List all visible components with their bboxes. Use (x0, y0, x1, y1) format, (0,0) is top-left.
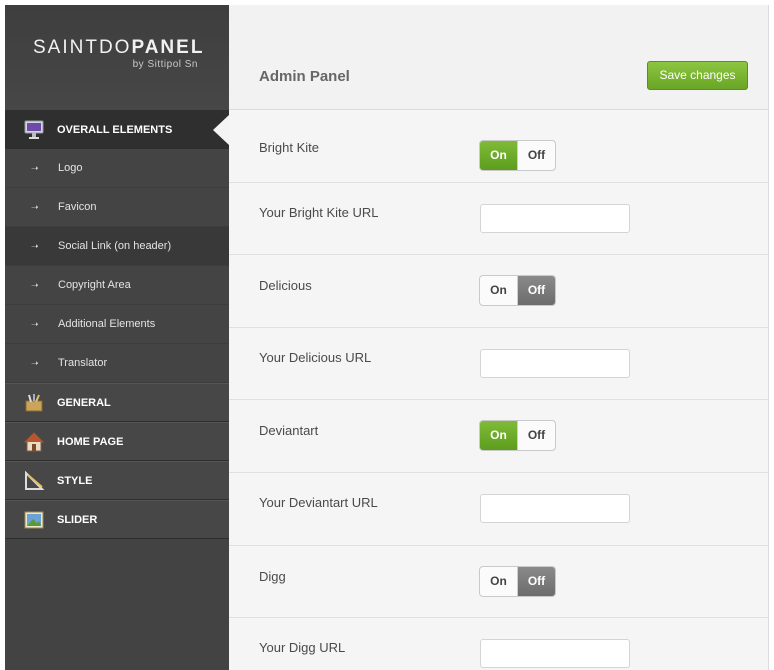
arrow-right-icon: ➝ (31, 358, 39, 368)
settings-row: Your Bright Kite URL (229, 183, 768, 256)
delicious-url-input[interactable] (480, 348, 630, 378)
sidebar-item-slider[interactable]: SLIDER (5, 500, 229, 539)
bright-kite-url-input[interactable] (480, 203, 630, 233)
submenu-item-social-link[interactable]: ➝ Social Link (on header) (5, 227, 229, 266)
submenu-item-label: Favicon (58, 201, 97, 213)
ruler-pencil-icon (25, 471, 45, 490)
submenu-item-logo[interactable]: ➝ Logo (5, 149, 229, 188)
submenu-item-additional-elements[interactable]: ➝ Additional Elements (5, 305, 229, 344)
settings-row: Your Deviantart URL (229, 473, 768, 546)
digg-url-input[interactable] (480, 639, 630, 669)
toggle-off[interactable]: Off (518, 566, 555, 596)
settings-row: Your Digg URL (229, 618, 768, 670)
arrow-right-icon: ➝ (31, 319, 39, 329)
sidebar-item-home-page[interactable]: HOME PAGE (5, 422, 229, 461)
toggle-off[interactable]: Off (518, 421, 555, 450)
sidebar-item-label: GENERAL (57, 396, 111, 409)
page-title: Admin Panel (259, 68, 350, 85)
sidebar-item-style[interactable]: STYLE (5, 461, 229, 500)
save-changes-button[interactable]: Save changes (647, 61, 748, 90)
bright-kite-toggle[interactable]: On Off (479, 140, 556, 171)
toggle-off[interactable]: Off (518, 141, 555, 170)
field-label: Deviantart (259, 423, 319, 439)
submenu-item-copyright-area[interactable]: ➝ Copyright Area (5, 266, 229, 305)
sidebar-item-general[interactable]: GENERAL (5, 383, 229, 422)
delicious-toggle[interactable]: On Off (479, 275, 556, 307)
deviantart-toggle[interactable]: On Off (479, 420, 556, 452)
toolbox-icon (25, 394, 43, 412)
field-label: Delicious (259, 278, 312, 294)
submenu-item-translator[interactable]: ➝ Translator (5, 344, 229, 383)
settings-row: Digg On Off (229, 546, 768, 619)
arrow-right-icon: ➝ (31, 241, 39, 251)
sidebar-item-label: STYLE (57, 474, 93, 487)
submenu: ➝ Logo ➝ Favicon ➝ Social Link (on heade… (5, 149, 229, 383)
arrow-right-icon: ➝ (31, 202, 39, 212)
settings-row: Delicious On Off (229, 255, 768, 328)
arrow-right-icon: ➝ (31, 280, 39, 290)
toggle-on[interactable]: On (480, 566, 518, 596)
main-header: Admin Panel Save changes (229, 5, 768, 110)
sidebar-item-overall-elements[interactable]: OVERALL ELEMENTS (5, 110, 229, 149)
field-label: Your Deviantart URL (259, 494, 378, 510)
field-label: Your Bright Kite URL (259, 204, 379, 220)
settings-row: Bright Kite On Off (229, 110, 768, 183)
digg-toggle[interactable]: On Off (479, 565, 556, 597)
sidebar-item-label: HOME PAGE (57, 435, 124, 448)
field-label: Your Delicious URL (259, 349, 372, 365)
sidebar-item-label: OVERALL ELEMENTS (57, 123, 173, 136)
sidebar-item-label: SLIDER (57, 513, 98, 526)
submenu-item-favicon[interactable]: ➝ Favicon (5, 188, 229, 227)
toggle-on[interactable]: On (480, 141, 518, 170)
field-label: Your Digg URL (259, 640, 346, 656)
submenu-item-label: Social Link (on header) (58, 240, 172, 252)
arrow-right-icon: ➝ (31, 163, 39, 173)
submenu-item-label: Additional Elements (58, 318, 156, 330)
toggle-on[interactable]: On (480, 421, 518, 451)
submenu-item-label: Translator (58, 357, 108, 369)
sidebar: SAINTDOPANEL by Sittipol Sn OVERALL ELEM… (5, 5, 229, 670)
main-panel: Admin Panel Save changes Bright Kite On … (229, 5, 769, 670)
brand-logo[interactable]: SAINTDOPANEL by Sittipol Sn (5, 5, 229, 110)
brand-title: SAINTDOPANEL (33, 37, 205, 58)
house-icon (23, 432, 45, 452)
picture-icon (24, 511, 44, 529)
field-label: Bright Kite (259, 140, 319, 155)
settings-row: Deviantart On Off (229, 400, 768, 473)
submenu-item-label: Logo (58, 162, 83, 174)
active-indicator (213, 115, 229, 145)
deviantart-url-input[interactable] (480, 493, 630, 523)
settings-row: Your Delicious URL (229, 328, 768, 401)
brand-subtitle: by Sittipol Sn (132, 59, 198, 70)
toggle-on[interactable]: On (480, 276, 518, 306)
submenu-item-label: Copyright Area (58, 279, 131, 291)
monitor-icon (24, 120, 44, 139)
field-label: Digg (259, 568, 286, 584)
toggle-off[interactable]: Off (518, 276, 555, 306)
